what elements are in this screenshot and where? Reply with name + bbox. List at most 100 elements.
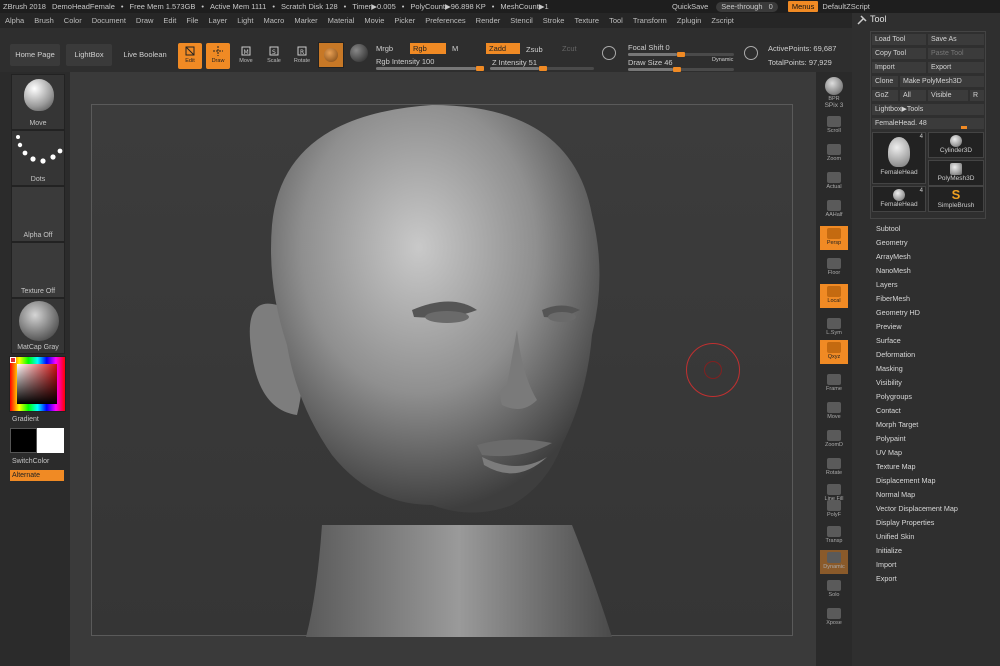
subpalette-subtool[interactable]: Subtool [876,222,958,236]
view-scroll-button[interactable]: Scroll [820,114,848,138]
make-polymesh-button[interactable]: Make PolyMesh3D [900,76,984,87]
alternate-button[interactable]: Alternate [10,470,64,481]
lightbox-tools-button[interactable]: Lightbox▶Tools [872,104,984,115]
color-picker[interactable] [9,356,66,412]
subpalette-displacement-map[interactable]: Displacement Map [876,474,958,488]
subpalette-polypaint[interactable]: Polypaint [876,432,958,446]
view-transp-button[interactable]: Transp [820,524,848,548]
saturation-square[interactable] [17,364,57,404]
menu-zplugin[interactable]: Zplugin [672,16,707,25]
rgb-button[interactable]: Rgb [410,43,446,54]
view-polyf-button[interactable]: PolyF [820,498,848,522]
clone-button[interactable]: Clone [872,76,898,87]
menu-document[interactable]: Document [87,16,131,25]
subpalette-geometry[interactable]: Geometry [876,236,958,250]
subpalette-import[interactable]: Import [876,558,958,572]
subpalette-vector-displacement-map[interactable]: Vector Displacement Map [876,502,958,516]
view-l-sym-button[interactable]: L.Sym [820,316,848,340]
subpalette-contact[interactable]: Contact [876,404,958,418]
subpalette-uv-map[interactable]: UV Map [876,446,958,460]
lightbox-button[interactable]: LightBox [66,44,112,66]
menu-stroke[interactable]: Stroke [538,16,570,25]
bpr-button[interactable]: BPR [820,76,848,102]
menu-marker[interactable]: Marker [289,16,322,25]
export-button[interactable]: Export [928,62,984,73]
view-qxyz-button[interactable]: Qxyz [820,340,848,364]
z-intensity-slider[interactable] [490,66,594,71]
copy-tool-button[interactable]: Copy Tool [872,48,926,59]
focal-shift-slider[interactable] [628,52,734,57]
import-button[interactable]: Import [872,62,926,73]
subpalette-deformation[interactable]: Deformation [876,348,958,362]
mrgb-button[interactable]: Mrgb [376,44,393,53]
edit-button[interactable]: Edit [178,43,202,69]
gradient-label[interactable]: Gradient [12,416,66,423]
draw-size-slider[interactable] [628,67,734,72]
goz-button[interactable]: GoZ [872,90,898,101]
view-actual-button[interactable]: Actual [820,170,848,194]
quicksave-button[interactable]: QuickSave [664,2,716,11]
slider-knob[interactable] [538,66,547,71]
draw-button[interactable]: Draw [206,43,230,69]
subpalette-fibermesh[interactable]: FiberMesh [876,292,958,306]
secondary-color-swatch[interactable] [37,428,64,453]
menus-button[interactable]: Menus [787,1,819,12]
view-persp-button[interactable]: Persp [820,226,848,250]
menu-layer[interactable]: Layer [203,16,232,25]
view-move-button[interactable]: Move [820,400,848,424]
subpalette-texture-map[interactable]: Texture Map [876,460,958,474]
tool-thumb-simplebrush[interactable]: S SimpleBrush [928,186,984,212]
menu-draw[interactable]: Draw [131,16,159,25]
zsub-button[interactable]: Zsub [526,45,543,54]
zcut-button[interactable]: Zcut [562,44,577,53]
view-rotate-button[interactable]: Rotate [820,456,848,480]
menu-macro[interactable]: Macro [258,16,289,25]
live-boolean-button[interactable]: Live Boolean [118,44,172,66]
view-frame-button[interactable]: Frame [820,372,848,396]
tool-thumb-femalehead[interactable]: FemaleHead 4 [872,132,926,184]
menu-color[interactable]: Color [59,16,87,25]
document-frame[interactable] [91,104,793,637]
menu-tool[interactable]: Tool [604,16,628,25]
switch-color-button[interactable]: SwitchColor [12,458,66,465]
visible-button[interactable]: Visible [928,90,968,101]
subpalette-preview[interactable]: Preview [876,320,958,334]
paste-tool-button[interactable]: Paste Tool [928,48,984,59]
subpalette-export[interactable]: Export [876,572,958,586]
menu-edit[interactable]: Edit [158,16,181,25]
tool-thumb-femalehead[interactable]: FemaleHead 4 [872,186,926,212]
subpalette-masking[interactable]: Masking [876,362,958,376]
main-color-swatch[interactable] [10,428,37,453]
slider-knob[interactable] [961,126,968,129]
menu-brush[interactable]: Brush [29,16,59,25]
menu-texture[interactable]: Texture [569,16,604,25]
menu-alpha[interactable]: Alpha [0,16,29,25]
view-zoom-button[interactable]: Zoom [820,142,848,166]
rgb-intensity-slider[interactable] [376,66,484,71]
view-aahalf-button[interactable]: AAHalf [820,198,848,222]
menu-preferences[interactable]: Preferences [420,16,470,25]
menu-picker[interactable]: Picker [389,16,420,25]
view-floor-button[interactable]: Floor [820,256,848,280]
slider-knob[interactable] [476,66,484,71]
m-button[interactable]: M [452,44,458,53]
default-zscript-button[interactable]: DefaultZScript [818,2,874,11]
subpalette-arraymesh[interactable]: ArrayMesh [876,250,958,264]
menu-zscript[interactable]: Zscript [706,16,739,25]
menu-movie[interactable]: Movie [359,16,389,25]
color-sphere-button[interactable] [350,44,368,62]
view-solo-button[interactable]: Solo [820,578,848,602]
menu-transform[interactable]: Transform [628,16,672,25]
view-xpose-button[interactable]: Xpose [820,606,848,630]
subpalette-geometry-hd[interactable]: Geometry HD [876,306,958,320]
menu-material[interactable]: Material [323,16,360,25]
subpalette-layers[interactable]: Layers [876,278,958,292]
subpalette-morph-target[interactable]: Morph Target [876,418,958,432]
menu-light[interactable]: Light [232,16,258,25]
dynamic-button[interactable]: Dynamic [712,57,733,63]
save-as-button[interactable]: Save As [928,34,984,45]
r-button[interactable]: R [970,90,984,101]
menu-file[interactable]: File [181,16,203,25]
subpalette-nanomesh[interactable]: NanoMesh [876,264,958,278]
tool-thumb-cylinder3d[interactable]: Cylinder3D [928,132,984,158]
